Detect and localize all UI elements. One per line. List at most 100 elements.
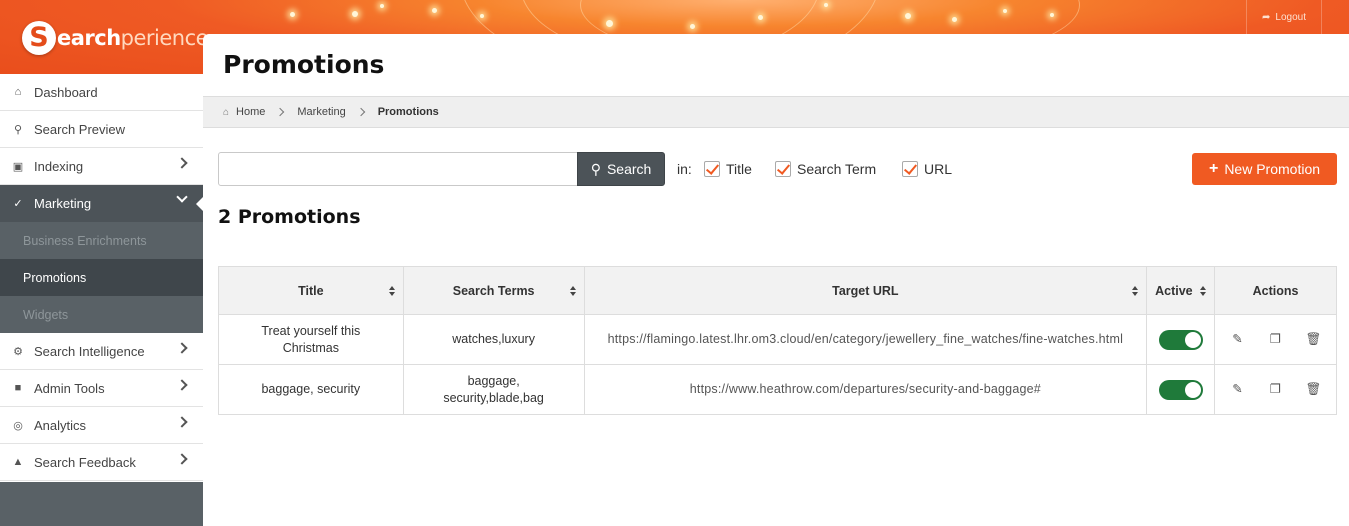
toggle-knob	[1184, 331, 1201, 348]
column-url-label: Target URL	[832, 283, 899, 298]
sidebar-item-label: Analytics	[34, 417, 87, 433]
sidebar-item-search-feedback[interactable]: ▲ Search Feedback	[0, 444, 203, 481]
chevron-down-icon	[176, 191, 188, 203]
logo-wordmark: earchperience	[57, 26, 209, 50]
sidebar-item-label: Search Intelligence	[34, 343, 145, 359]
trash-icon[interactable]: 🗑	[1306, 332, 1322, 348]
filter-url-label: URL	[924, 161, 953, 177]
sidebar-item-admin-tools[interactable]: ■ Admin Tools	[0, 370, 203, 407]
search-icon: ⚲	[13, 123, 23, 136]
cell-actions: ✎ ❐ 🗑	[1214, 314, 1337, 365]
column-header-target-url[interactable]: Target URL	[583, 266, 1148, 315]
sidebar-item-dashboard[interactable]: ⌂ Dashboard	[0, 74, 203, 111]
sidebar-item-label: Dashboard	[34, 84, 98, 100]
sidebar-item-label: Admin Tools	[34, 380, 105, 396]
magic-wand-icon: ✓	[13, 198, 23, 210]
sidebar-item-search-preview[interactable]: ⚲ Search Preview	[0, 111, 203, 148]
filter-title-checkbox[interactable]: Title	[704, 161, 752, 177]
sidebar-item-indexing[interactable]: ▣ Indexing	[0, 148, 203, 185]
logo-mark: S	[22, 21, 56, 55]
search-button[interactable]: ⚲ Search	[577, 152, 665, 186]
edit-pencil-icon[interactable]: ✎	[1230, 332, 1246, 348]
sort-icon	[569, 286, 576, 297]
cell-title: Treat yourself this Christmas	[218, 314, 404, 365]
chevron-right-icon	[176, 342, 188, 354]
sidebar-subitem-widgets[interactable]: Widgets	[0, 296, 203, 333]
gear-icon: ⚙	[13, 345, 23, 358]
filter-search-term-checkbox[interactable]: Search Term	[775, 161, 876, 177]
chevron-right-icon	[176, 157, 188, 169]
dashboard-gauge-icon: ◎	[13, 419, 23, 432]
new-promotion-button[interactable]: + New Promotion	[1192, 153, 1337, 185]
cell-title: baggage, security	[218, 364, 404, 415]
sidebar-item-search-intelligence[interactable]: ⚙ Search Intelligence	[0, 333, 203, 370]
search-icon: ⚲	[590, 160, 601, 177]
table-row: baggage, security baggage, security,blad…	[218, 364, 1337, 415]
toggle-knob	[1184, 381, 1201, 398]
sort-icon	[1200, 286, 1207, 297]
logo-wordmark-part2: perience	[120, 26, 209, 50]
cell-target-url: https://www.heathrow.com/departures/secu…	[583, 364, 1148, 415]
promotions-table: Title Search Terms Target URL Active Act…	[218, 266, 1337, 415]
checkbox-checked-icon[interactable]	[775, 161, 791, 177]
column-header-search-terms[interactable]: Search Terms	[402, 266, 585, 315]
main-panel: Promotions ⌂ Home Marketing Promotions ⚲…	[203, 34, 1349, 526]
logo-wordmark-part1: earch	[57, 26, 121, 50]
plus-icon: +	[1208, 160, 1219, 177]
filter-title-label: Title	[726, 161, 752, 177]
cell-active	[1146, 314, 1216, 365]
brand-logo[interactable]: S earchperience	[22, 20, 209, 56]
sidebar-subitem-business-enrichments[interactable]: Business Enrichments	[0, 222, 203, 259]
sort-icon	[388, 286, 395, 297]
column-header-actions: Actions	[1214, 266, 1337, 315]
promotions-count-title: 2 Promotions	[218, 206, 361, 228]
sidebar-footer	[0, 482, 203, 526]
chevron-right-icon	[176, 379, 188, 391]
copy-icon[interactable]: ❐	[1268, 382, 1284, 398]
logout-label: Logout	[1275, 11, 1306, 23]
cell-active	[1146, 364, 1216, 415]
sidebar-item-label: Search Feedback	[34, 454, 136, 470]
copy-icon[interactable]: ❐	[1268, 332, 1284, 348]
checkbox-checked-icon[interactable]	[704, 161, 720, 177]
chevron-right-icon	[176, 416, 188, 428]
edit-pencil-icon[interactable]: ✎	[1230, 382, 1246, 398]
sidebar-item-analytics[interactable]: ◎ Analytics	[0, 407, 203, 444]
sidebar: ⌂ Dashboard ⚲ Search Preview ▣ Indexing …	[0, 74, 204, 526]
trash-icon[interactable]: 🗑	[1306, 382, 1322, 398]
sidebar-subitem-promotions[interactable]: Promotions	[0, 259, 203, 296]
chevron-right-icon	[276, 107, 285, 117]
page-title: Promotions	[223, 50, 385, 79]
inbox-icon: ▣	[12, 160, 24, 173]
column-header-active[interactable]: Active	[1146, 266, 1216, 315]
chevron-right-icon	[176, 453, 188, 465]
active-toggle[interactable]	[1158, 379, 1203, 400]
search-button-label: Search	[606, 161, 652, 177]
chevron-right-icon	[356, 107, 365, 117]
breadcrumb: ⌂ Home Marketing Promotions	[203, 96, 1349, 128]
sidebar-item-marketing[interactable]: ✓ Marketing	[0, 185, 204, 222]
column-header-title[interactable]: Title	[218, 266, 404, 315]
sidebar-item-label: Marketing	[34, 196, 92, 211]
checkbox-checked-icon[interactable]	[902, 161, 918, 177]
column-actions-label: Actions	[1252, 283, 1299, 298]
breadcrumb-home[interactable]: Home	[236, 106, 265, 118]
column-title-label: Title	[298, 283, 324, 298]
table-row: Treat yourself this Christmas watches,lu…	[218, 314, 1337, 365]
breadcrumb-current: Promotions	[377, 106, 439, 118]
column-terms-label: Search Terms	[452, 283, 535, 298]
home-icon: ⌂	[14, 86, 22, 98]
search-input[interactable]	[218, 152, 578, 186]
table-header-row: Title Search Terms Target URL Active Act…	[218, 266, 1337, 315]
home-icon: ⌂	[223, 106, 230, 118]
filter-search-term-label: Search Term	[797, 161, 877, 177]
cell-search-terms: watches,luxury	[402, 314, 585, 365]
filter-url-checkbox[interactable]: URL	[902, 161, 952, 177]
logout-button[interactable]: ➦ Logout	[1246, 0, 1322, 34]
new-promotion-label: New Promotion	[1224, 161, 1321, 177]
cell-target-url: https://flamingo.latest.lhr.om3.cloud/en…	[583, 314, 1148, 365]
breadcrumb-marketing[interactable]: Marketing	[297, 106, 345, 118]
share-arrow-icon: ➦	[1262, 11, 1271, 23]
active-toggle[interactable]	[1158, 329, 1203, 350]
filter-in-label: in:	[677, 161, 692, 177]
